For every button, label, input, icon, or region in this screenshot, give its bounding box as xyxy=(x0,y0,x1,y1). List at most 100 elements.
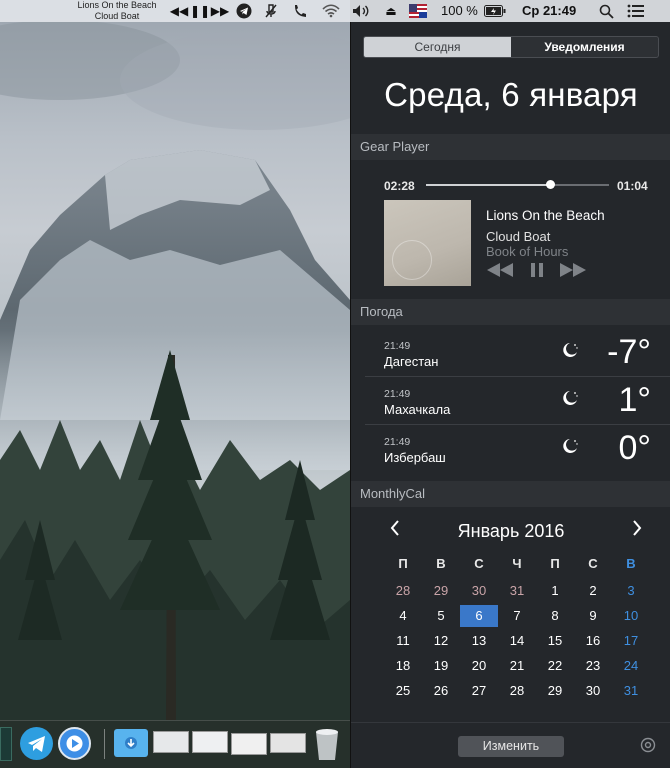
eject-icon[interactable]: ⏏ xyxy=(384,3,398,19)
weekday-label: П xyxy=(398,556,408,571)
window-thumbnail-3[interactable] xyxy=(231,733,267,755)
calendar-day[interactable]: 13 xyxy=(460,630,498,652)
calendar-day[interactable]: 31 xyxy=(612,680,650,702)
weather-time: 21:49 xyxy=(384,340,411,352)
fast-forward-icon[interactable]: ▶▶ xyxy=(211,3,229,19)
calendar-day[interactable]: 25 xyxy=(384,680,422,702)
list-icon[interactable] xyxy=(627,3,645,19)
pause-icon[interactable] xyxy=(530,262,544,284)
edit-button[interactable]: Изменить xyxy=(458,736,564,757)
calendar-day[interactable]: 11 xyxy=(384,630,422,652)
weather-temperature: -7° xyxy=(607,333,651,371)
gear-icon[interactable] xyxy=(639,736,657,759)
weather-city: Избербаш xyxy=(384,450,446,465)
calendar-day[interactable]: 27 xyxy=(460,680,498,702)
calendar-day[interactable]: 4 xyxy=(384,605,422,627)
rewind-icon[interactable]: ◀◀ xyxy=(170,3,188,19)
calendar-day[interactable]: 30 xyxy=(574,680,612,702)
downloads-folder-icon[interactable] xyxy=(114,729,148,757)
telegram-icon[interactable] xyxy=(236,3,252,19)
weather-temperature: 1° xyxy=(618,381,651,419)
app-store-icon[interactable] xyxy=(58,727,91,760)
calendar-day[interactable]: 5 xyxy=(422,605,460,627)
fast-forward-icon[interactable] xyxy=(559,262,587,284)
calendar-day[interactable]: 19 xyxy=(422,655,460,677)
calendar-day[interactable]: 16 xyxy=(574,630,612,652)
weather-row[interactable]: 21:49 Дагестан -7° xyxy=(351,327,670,375)
moon-icon xyxy=(561,437,579,460)
weather-row[interactable]: 21:49 Избербаш 0° xyxy=(351,423,670,471)
now-playing-artist: Cloud Boat xyxy=(94,11,140,21)
album-cover xyxy=(384,200,471,286)
wifi-icon[interactable] xyxy=(322,3,340,19)
calendar-day[interactable]: 6 xyxy=(460,605,498,627)
weekday-label: В xyxy=(436,556,446,571)
calendar-day[interactable]: 24 xyxy=(612,655,650,677)
search-icon[interactable] xyxy=(598,3,614,19)
weekday-label: С xyxy=(588,556,598,571)
progress-knob[interactable] xyxy=(546,180,556,189)
calendar-day[interactable]: 28 xyxy=(384,580,422,602)
calendar-day[interactable]: 9 xyxy=(574,605,612,627)
calendar-day[interactable]: 14 xyxy=(498,630,536,652)
calendar-day[interactable]: 17 xyxy=(612,630,650,652)
phone-icon[interactable] xyxy=(292,3,308,19)
calendar-day[interactable]: 15 xyxy=(536,630,574,652)
calendar-day[interactable]: 29 xyxy=(536,680,574,702)
calendar-day[interactable]: 22 xyxy=(536,655,574,677)
calendar-day[interactable]: 8 xyxy=(536,605,574,627)
calendar-day[interactable]: 23 xyxy=(574,655,612,677)
volume-icon[interactable] xyxy=(352,3,372,19)
calendar-day[interactable]: 3 xyxy=(612,580,650,602)
window-thumbnail-2[interactable] xyxy=(192,731,228,753)
calendar-month-title: Январь 2016 xyxy=(457,521,565,541)
weekday-label: Ч xyxy=(512,556,522,571)
calendar-day[interactable]: 31 xyxy=(498,580,536,602)
calendar-day[interactable]: 20 xyxy=(460,655,498,677)
window-thumbnail-1[interactable] xyxy=(153,731,189,753)
weather-city: Дагестан xyxy=(384,354,439,369)
moon-icon xyxy=(561,389,579,412)
calendar-day[interactable]: 28 xyxy=(498,680,536,702)
track-artist: Cloud Boat xyxy=(486,229,551,244)
calendar-day[interactable]: 26 xyxy=(422,680,460,702)
weather-temperature: 0° xyxy=(618,429,651,467)
weather-time: 21:49 xyxy=(384,388,411,400)
tab-notifications[interactable]: Уведомления xyxy=(511,37,658,57)
date-heading: Среда, 6 января xyxy=(384,76,638,113)
calendar-day[interactable]: 12 xyxy=(422,630,460,652)
calendar-day[interactable]: 2 xyxy=(574,580,612,602)
pause-icon[interactable]: ❚❚ xyxy=(190,3,210,19)
now-playing-title: Lions On the Beach xyxy=(77,0,157,10)
weather-time: 21:49 xyxy=(384,436,411,448)
telegram-icon[interactable] xyxy=(20,727,53,760)
window-thumbnail-4[interactable] xyxy=(270,733,306,753)
calendar-day[interactable]: 29 xyxy=(422,580,460,602)
flag-icon[interactable] xyxy=(409,3,427,19)
battery-percent[interactable]: 100 % xyxy=(441,0,478,22)
calendar-day[interactable]: 1 xyxy=(536,580,574,602)
calendar-day[interactable]: 21 xyxy=(498,655,536,677)
dock-app-partial[interactable] xyxy=(0,727,12,761)
now-playing[interactable]: Lions On the Beach Cloud Boat xyxy=(62,0,172,22)
trash-icon[interactable] xyxy=(313,727,341,761)
calendar-day[interactable]: 10 xyxy=(612,605,650,627)
track-title: Lions On the Beach xyxy=(486,208,605,223)
chevron-right-icon[interactable] xyxy=(632,520,642,541)
gear-player-widget: 02:28 01:04 Lions On the Beach Cloud Boa… xyxy=(351,159,670,299)
calendar-day[interactable]: 18 xyxy=(384,655,422,677)
segmented-control: Сегодня Уведомления xyxy=(363,36,659,58)
microphone-icon[interactable] xyxy=(263,3,279,19)
gear-player-header: Gear Player xyxy=(351,134,670,160)
calendar-header: MonthlyCal xyxy=(351,481,670,507)
panel-footer: Изменить xyxy=(351,722,670,768)
tab-today[interactable]: Сегодня xyxy=(364,37,511,57)
progress-slider[interactable] xyxy=(426,180,609,189)
battery-icon[interactable] xyxy=(484,3,506,19)
weather-row[interactable]: 21:49 Махачкала 1° xyxy=(351,375,670,423)
calendar-day[interactable]: 7 xyxy=(498,605,536,627)
calendar-day[interactable]: 30 xyxy=(460,580,498,602)
menu-clock[interactable]: Ср 21:49 xyxy=(522,0,576,22)
cover-art-shape xyxy=(392,240,432,280)
rewind-icon[interactable] xyxy=(486,262,514,284)
